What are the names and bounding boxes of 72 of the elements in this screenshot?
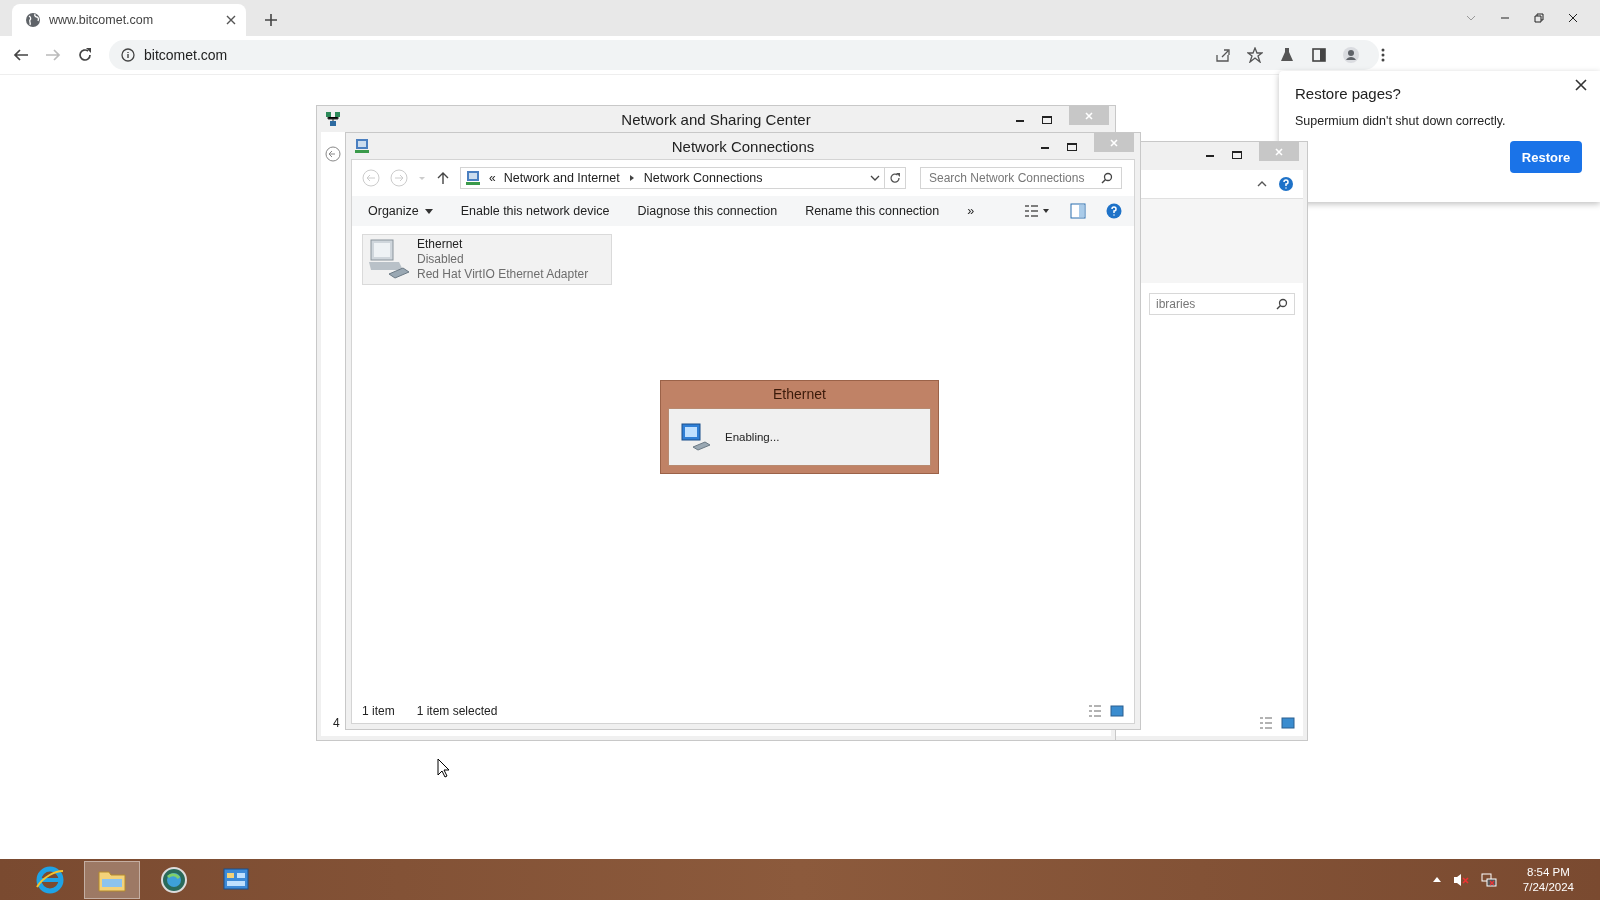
share-icon[interactable] — [1215, 47, 1231, 63]
close-icon[interactable] — [1575, 79, 1587, 91]
toolbar-command[interactable]: Diagnose this connection — [629, 200, 786, 222]
status-text: 4 — [333, 716, 340, 730]
caret-up-icon[interactable] — [1257, 179, 1267, 189]
network-adapter-icon — [679, 421, 711, 453]
network-folder-icon — [465, 170, 481, 186]
profile-icon[interactable] — [1343, 47, 1359, 63]
view-options-icon[interactable] — [1024, 203, 1050, 219]
muted-speaker-icon[interactable] — [1452, 871, 1469, 888]
search-icon — [1276, 298, 1288, 310]
close-icon — [1274, 146, 1284, 157]
search-field[interactable]: Search Network Connections — [920, 167, 1122, 189]
refresh-icon — [889, 172, 901, 184]
network-icon[interactable] — [1480, 871, 1497, 888]
globe-icon — [159, 864, 189, 895]
popup-title: Restore pages? — [1295, 85, 1402, 102]
more-commands-button[interactable]: » — [959, 200, 983, 222]
chevron-right-icon[interactable] — [627, 174, 636, 182]
toolbar-command[interactable]: Enable this network device — [452, 200, 618, 222]
up-arrow-icon[interactable] — [436, 171, 450, 185]
browser-tab[interactable]: www.bitcomet.com — [12, 4, 246, 36]
search-field[interactable]: ibraries — [1149, 293, 1295, 315]
close-icon — [1084, 110, 1094, 121]
help-icon[interactable] — [1279, 177, 1293, 191]
star-icon[interactable] — [1247, 47, 1263, 63]
connection-status: Disabled — [417, 252, 465, 267]
address-bar[interactable]: bitcomet.com — [109, 40, 1379, 70]
close-icon — [1109, 137, 1119, 148]
info-icon — [121, 48, 135, 62]
maximize-icon[interactable] — [1042, 114, 1052, 125]
window-title: Network Connections — [671, 137, 815, 155]
dialog-title: Ethernet — [772, 385, 827, 404]
adapter-name: Red Hat VirtIO Ethernet Adapter — [417, 267, 589, 282]
dialog-message: Enabling... — [725, 431, 780, 443]
search-icon — [1101, 172, 1113, 184]
popup-message: Supermium didn't shut down correctly. — [1295, 114, 1507, 128]
network-icon — [325, 111, 341, 127]
mouse-cursor-icon — [437, 758, 449, 778]
back-icon[interactable] — [13, 47, 29, 63]
item-count: 1 item — [362, 704, 395, 718]
maximize-icon[interactable] — [1232, 150, 1242, 160]
window-title: Network and Sharing Center — [621, 110, 811, 128]
sidebar-icon[interactable] — [1311, 47, 1327, 63]
connection-item[interactable]: Ethernet Disabled Red Hat VirtIO Ethernet Adapter — [362, 234, 612, 285]
help-icon[interactable] — [1106, 203, 1122, 219]
close-icon[interactable] — [1568, 13, 1578, 23]
taskbar-app[interactable] — [84, 860, 140, 899]
restore-icon[interactable] — [1534, 13, 1544, 23]
browser-icon — [35, 864, 65, 895]
connection-name: Ethernet — [417, 237, 464, 252]
address-field[interactable]: « Network and Internet Network Connections — [460, 167, 885, 189]
reload-icon[interactable] — [77, 47, 93, 63]
organize-menu[interactable]: Organize — [360, 200, 441, 222]
restore-button[interactable]: Restore — [1510, 141, 1582, 173]
breadcrumb-item[interactable]: Network and Internet — [503, 171, 620, 185]
globe-icon — [25, 12, 41, 28]
network-folder-icon — [354, 138, 370, 154]
breadcrumb-item[interactable]: Network Connections — [643, 171, 763, 185]
caret-up-icon[interactable] — [1432, 875, 1441, 884]
toolbar-command[interactable]: Rename this connection — [797, 200, 948, 222]
overflow-glyph[interactable]: « — [489, 171, 496, 185]
thumbnail-view-icon[interactable] — [1281, 716, 1295, 730]
chevron-down-icon[interactable] — [870, 173, 880, 183]
caret-icon — [424, 207, 433, 215]
selection-count: 1 item selected — [416, 704, 498, 718]
refresh-button[interactable] — [884, 167, 906, 189]
close-icon[interactable] — [226, 15, 236, 25]
thumbnail-view-icon[interactable] — [1110, 704, 1124, 718]
maximize-icon[interactable] — [1067, 141, 1077, 152]
clock[interactable]: 8:54 PM 7/24/2024 — [1522, 864, 1574, 895]
new-tab-icon[interactable] — [264, 13, 278, 27]
